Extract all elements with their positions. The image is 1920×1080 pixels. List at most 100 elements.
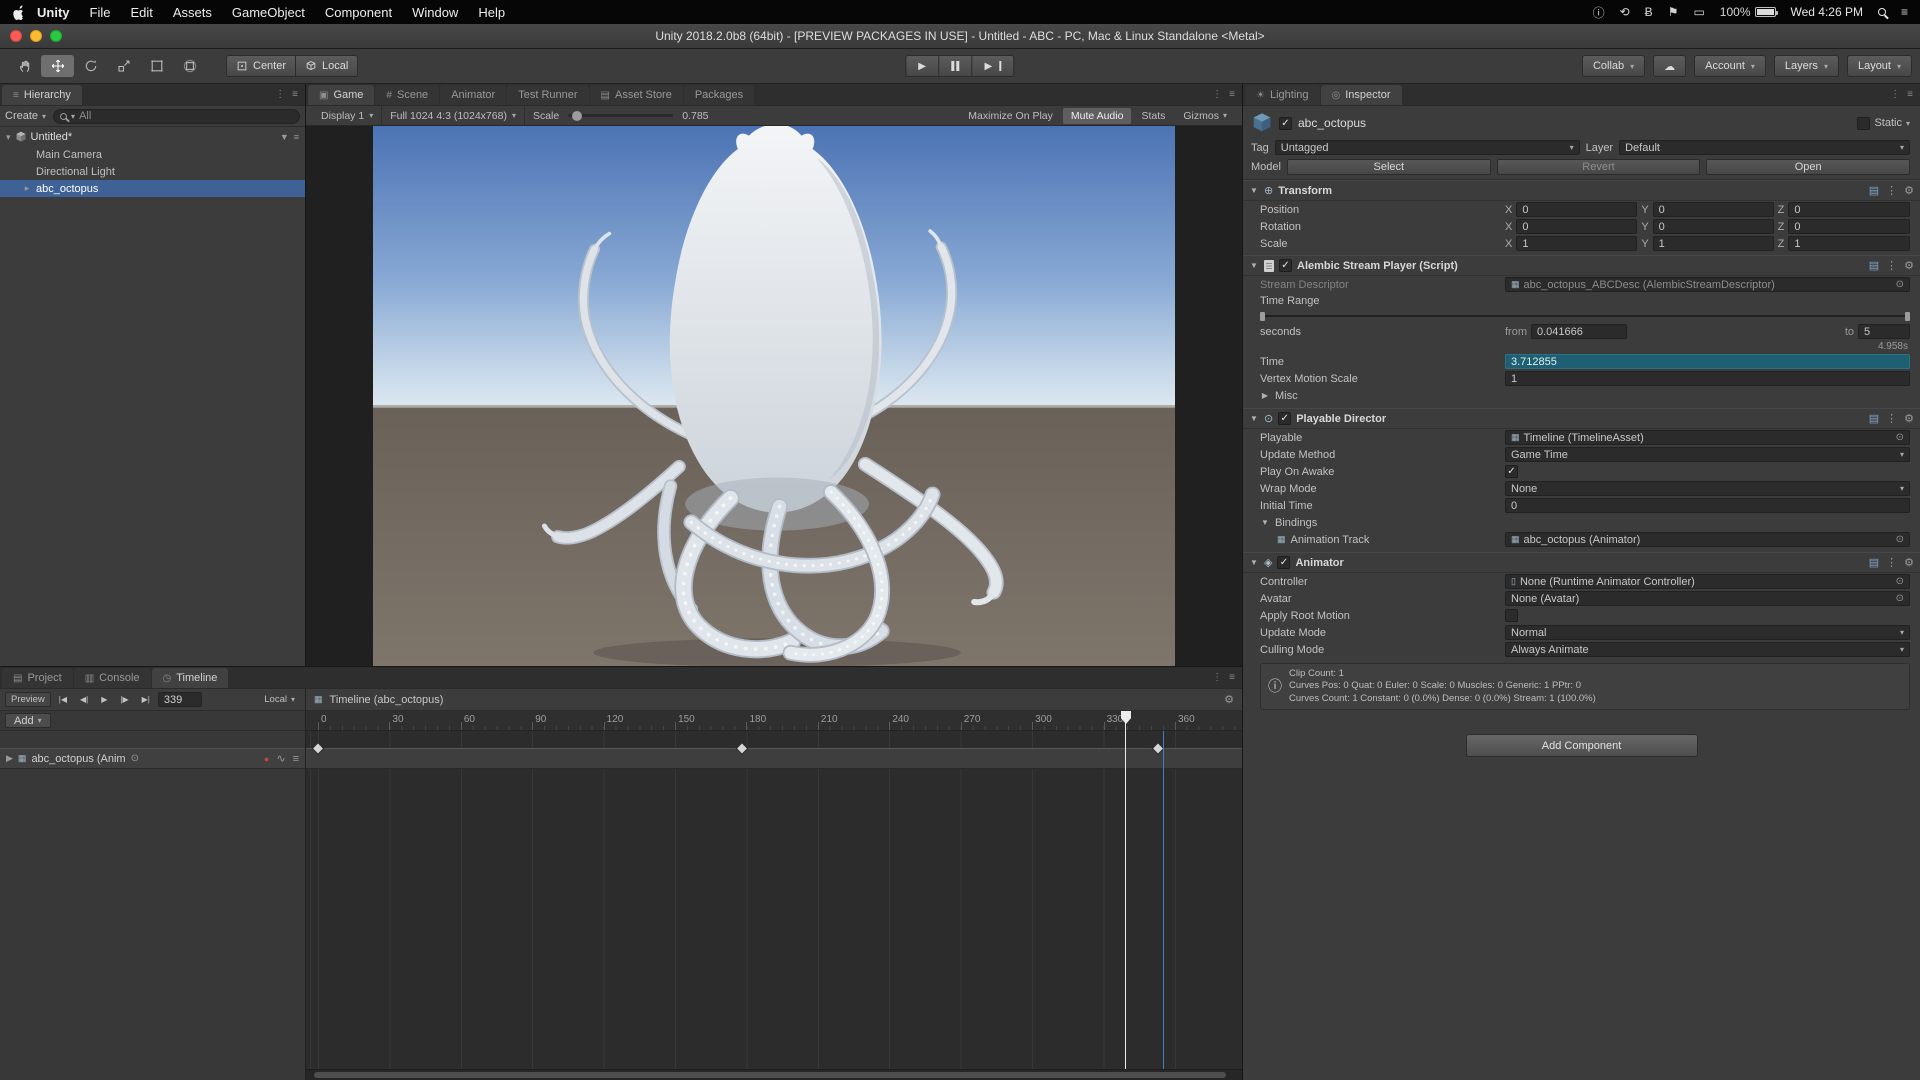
- tab-inspector[interactable]: ◎Inspector: [1321, 85, 1402, 105]
- tab-lighting[interactable]: ☀Lighting: [1245, 85, 1320, 105]
- help-book-icon[interactable]: ▤: [1869, 259, 1879, 272]
- hierarchy-item-abc_octopus[interactable]: ▸abc_octopus: [0, 180, 305, 197]
- add-track-button[interactable]: Add▾: [5, 713, 51, 728]
- update-method-dropdown[interactable]: Game Time▾: [1505, 447, 1910, 462]
- play-on-awake-checkbox[interactable]: [1505, 465, 1518, 478]
- initial-time-field[interactable]: 0: [1505, 498, 1910, 513]
- to-field[interactable]: 5: [1858, 324, 1910, 339]
- keyframe-diamond[interactable]: [313, 744, 323, 754]
- record-icon[interactable]: ●: [264, 754, 269, 764]
- track-foldout-icon[interactable]: ▶: [6, 753, 13, 764]
- foldout-icon[interactable]: ▼: [1249, 414, 1259, 423]
- foldout-icon[interactable]: ▸: [22, 183, 32, 194]
- hierarchy-item-directional-light[interactable]: Directional Light: [0, 163, 305, 180]
- timeline-track-row[interactable]: [306, 748, 1242, 769]
- foldout-icon[interactable]: ▼: [1249, 558, 1259, 567]
- move-tool-button[interactable]: [41, 55, 74, 77]
- timeline-body[interactable]: [306, 731, 1242, 1069]
- time-range-minmax-slider[interactable]: [1260, 308, 1910, 323]
- tab-animator[interactable]: Animator: [440, 85, 506, 105]
- alembic-component-header[interactable]: ▼ Alembic Stream Player (Script) ▤⋮⚙: [1243, 255, 1920, 276]
- panel-menu-icon[interactable]: ⋮: [1212, 89, 1222, 100]
- static-checkbox[interactable]: [1857, 117, 1870, 130]
- spotlight-search-icon[interactable]: [1878, 8, 1886, 16]
- layers-dropdown[interactable]: Layers▾: [1774, 55, 1839, 77]
- hscrollbar-handle[interactable]: [314, 1072, 1226, 1078]
- animator-component-header[interactable]: ▼ ◈ Animator ▤⋮⚙: [1243, 552, 1920, 573]
- preset-icon[interactable]: ⋮: [1886, 184, 1897, 197]
- rect-tool-button[interactable]: [140, 55, 173, 77]
- panel-lock-icon[interactable]: ⋮: [275, 89, 285, 100]
- minmax-handle-right[interactable]: [1905, 312, 1910, 321]
- pause-button[interactable]: [939, 56, 973, 76]
- timeline-play-button[interactable]: ▶: [96, 694, 112, 705]
- panel-menu-icon[interactable]: ≡: [292, 89, 298, 100]
- tab-hierarchy[interactable]: ≡Hierarchy: [2, 85, 82, 105]
- bindings-foldout-row[interactable]: ▼Bindings: [1243, 514, 1920, 531]
- help-circle-icon[interactable]: ⓘ: [1593, 4, 1605, 21]
- previous-frame-button[interactable]: ◀|: [75, 694, 93, 705]
- position-y-field[interactable]: 0: [1653, 202, 1774, 217]
- foldout-icon[interactable]: ▼: [1249, 261, 1259, 270]
- transform-combined-tool-button[interactable]: [173, 55, 206, 77]
- tab-scene[interactable]: #Scene: [375, 85, 439, 105]
- culling-mode-dropdown[interactable]: Always Animate▾: [1505, 642, 1910, 657]
- input-source-icon[interactable]: ⚑: [1668, 5, 1679, 19]
- close-window-button[interactable]: [10, 30, 22, 42]
- help-book-icon[interactable]: ▤: [1869, 412, 1879, 425]
- hierarchy-search-input[interactable]: ▾All: [53, 109, 300, 124]
- model-open-button[interactable]: Open: [1706, 159, 1910, 175]
- time-field[interactable]: 3.712855: [1505, 354, 1910, 369]
- layout-dropdown[interactable]: Layout▾: [1847, 55, 1912, 77]
- gear-icon[interactable]: ⚙: [1904, 556, 1914, 569]
- apply-root-motion-checkbox[interactable]: [1505, 609, 1518, 622]
- game-render-viewport[interactable]: [373, 126, 1175, 666]
- curves-icon[interactable]: ∿: [276, 752, 285, 765]
- mute-audio-button[interactable]: Mute Audio: [1063, 108, 1132, 124]
- menu-window[interactable]: Window: [402, 5, 468, 20]
- scene-menu-icon[interactable]: ≡: [294, 132, 299, 142]
- timeline-playhead[interactable]: [1125, 711, 1126, 1069]
- panel-list-icon[interactable]: ≡: [1229, 89, 1235, 100]
- display-dropdown[interactable]: Display 1▾: [313, 106, 382, 125]
- scale-slider-knob[interactable]: [572, 111, 582, 121]
- time-machine-icon[interactable]: ⟲: [1620, 5, 1630, 19]
- stream-descriptor-field[interactable]: ▦abc_octopus_ABCDesc (AlembicStreamDescr…: [1505, 277, 1910, 292]
- rotation-x-field[interactable]: 0: [1516, 219, 1637, 234]
- pivot-center-button[interactable]: Center: [227, 56, 296, 76]
- tab-game[interactable]: ▣Game: [308, 85, 374, 105]
- tab-packages[interactable]: Packages: [684, 85, 754, 105]
- rotation-z-field[interactable]: 0: [1788, 219, 1910, 234]
- update-mode-dropdown[interactable]: Normal▾: [1505, 625, 1910, 640]
- display-mirroring-icon[interactable]: ▭: [1693, 5, 1704, 19]
- menubar-clock[interactable]: Wed 4:26 PM: [1791, 5, 1863, 19]
- time-ref-dropdown[interactable]: Local▾: [259, 693, 300, 706]
- wrap-mode-dropdown[interactable]: None▾: [1505, 481, 1910, 496]
- static-dropdown[interactable]: Static ▾: [1857, 117, 1910, 130]
- gameobject-active-checkbox[interactable]: [1279, 117, 1292, 130]
- account-dropdown[interactable]: Account▾: [1694, 55, 1766, 77]
- current-frame-field[interactable]: 339: [158, 692, 202, 707]
- help-book-icon[interactable]: ▤: [1869, 184, 1879, 197]
- vertex-motion-scale-field[interactable]: 1: [1505, 371, 1910, 386]
- aspect-dropdown[interactable]: Full 1024 4:3 (1024x768)▾: [382, 106, 525, 125]
- preset-icon[interactable]: ⋮: [1886, 412, 1897, 425]
- gear-icon[interactable]: ⚙: [1904, 259, 1914, 272]
- goto-end-button[interactable]: ▶|: [137, 694, 155, 705]
- object-picker-icon[interactable]: ⊙: [1896, 432, 1904, 443]
- director-component-header[interactable]: ▼ ⊙ Playable Director ▤⋮⚙: [1243, 408, 1920, 429]
- hand-tool-button[interactable]: [8, 55, 41, 77]
- track-object-picker-icon[interactable]: ⊙: [131, 753, 139, 764]
- layer-dropdown[interactable]: Default▾: [1619, 140, 1910, 155]
- object-picker-icon[interactable]: ⊙: [1896, 279, 1904, 290]
- menu-component[interactable]: Component: [315, 5, 402, 20]
- foldout-icon[interactable]: ▶: [1260, 391, 1270, 400]
- track-menu-icon[interactable]: ≡: [293, 753, 299, 765]
- animator-enabled-checkbox[interactable]: [1277, 556, 1290, 569]
- timeline-content[interactable]: ▦ Timeline (abc_octopus) ⚙ 0306090120150…: [306, 689, 1242, 1080]
- battery-status[interactable]: 100%: [1720, 5, 1776, 19]
- menu-gameobject[interactable]: GameObject: [222, 5, 315, 20]
- help-book-icon[interactable]: ▤: [1869, 556, 1879, 569]
- gear-icon[interactable]: ⚙: [1904, 184, 1914, 197]
- controller-field[interactable]: ▯None (Runtime Animator Controller)⊙: [1505, 574, 1910, 589]
